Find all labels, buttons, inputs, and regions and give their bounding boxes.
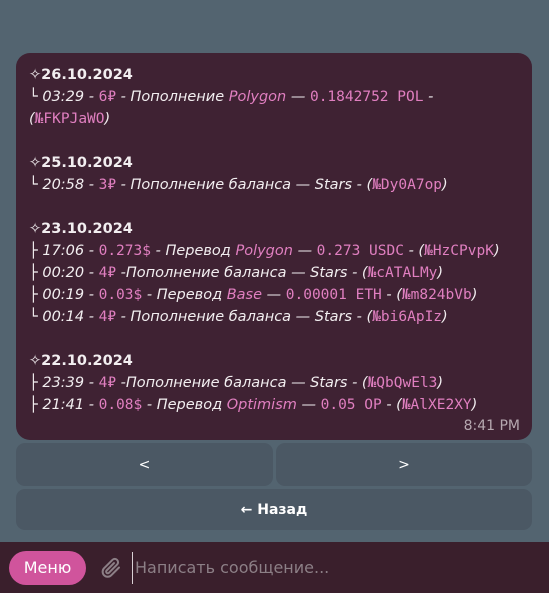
tx-code[interactable]: №m824bVb — [402, 287, 472, 303]
tx-sep: — — [297, 243, 313, 259]
tx-time: 21:41 — [42, 397, 85, 413]
tx-network: Polygon — [235, 243, 293, 259]
tx-desc: Пополнение баланса — Stars — [130, 309, 353, 325]
date-heading: ✧22.10.2024 — [29, 353, 133, 369]
tree-prefix: ├ — [29, 397, 38, 413]
menu-button[interactable]: Меню — [9, 550, 86, 585]
tx-desc: Пополнение — [130, 89, 225, 105]
tx-desc: Перевод — [165, 243, 231, 259]
message-input[interactable] — [132, 551, 549, 584]
tx-amount: 0.03$ — [98, 287, 143, 303]
date-heading: ✧23.10.2024 — [29, 221, 133, 237]
tx-time: 17:06 — [42, 243, 85, 259]
date-group: ✧23.10.2024 ├ 17:06 - 0.273$ - Перевод P… — [29, 218, 532, 328]
transaction-line: └ 03:29 - 6₽ - Пополнение Polygon — 0.18… — [29, 89, 434, 127]
tx-time: 23:39 — [42, 375, 85, 391]
composer-bar: Меню — [0, 542, 549, 593]
tx-amount: 4₽ — [98, 309, 117, 325]
tree-prefix: ├ — [29, 287, 38, 303]
tree-prefix: ├ — [29, 243, 38, 259]
tx-code[interactable]: №QbQwEl3 — [368, 375, 438, 391]
tx-code[interactable]: №HzCPvpK — [424, 243, 494, 259]
tx-time: 00:20 — [42, 265, 85, 281]
tx-time: 00:14 — [42, 309, 85, 325]
tx-code[interactable]: №FKPJaWO — [35, 111, 105, 127]
transaction-line: └ 20:58 - 3₽ - Пополнение баланса — Star… — [29, 177, 448, 193]
transaction-line: ├ 00:20 - 4₽ -Пополнение баланса — Stars… — [29, 265, 444, 281]
tx-value: 0.273 USDC — [316, 243, 404, 259]
message-bubble: ✧26.10.2024 └ 03:29 - 6₽ - Пополнение Po… — [16, 53, 532, 440]
message-timestamp: 8:41 PM — [463, 418, 520, 434]
tx-code[interactable]: №Dy0A7op — [372, 177, 442, 193]
tx-network: Polygon — [228, 89, 287, 105]
tx-amount: 0.08$ — [98, 397, 143, 413]
tx-desc: Перевод — [156, 397, 223, 413]
tx-desc: Пополнение баланса — Stars — [130, 177, 353, 193]
paperclip-icon[interactable] — [98, 555, 124, 581]
tx-code[interactable]: №bi6ApIz — [372, 309, 442, 325]
date-heading: ✧25.10.2024 — [29, 155, 133, 171]
date-group: ✧22.10.2024 ├ 23:39 - 4₽ -Пополнение бал… — [29, 350, 532, 416]
date-group: ✧25.10.2024 └ 20:58 - 3₽ - Пополнение ба… — [29, 152, 532, 196]
transaction-line: ├ 00:19 - 0.03$ - Перевод Base — 0.00001… — [29, 287, 478, 303]
tx-value: 0.05 OP — [320, 397, 382, 413]
tx-sep: — — [266, 287, 282, 303]
tree-prefix: ├ — [29, 375, 38, 391]
tx-network: Base — [226, 287, 263, 303]
tree-prefix: └ — [29, 309, 38, 325]
tx-desc: Пополнение баланса — Stars — [125, 265, 348, 281]
tx-value: 0.00001 ETH — [285, 287, 382, 303]
prev-page-button[interactable]: < — [16, 443, 273, 486]
tx-sep: — — [290, 89, 306, 105]
transaction-line: └ 00:14 - 4₽ - Пополнение баланса — Star… — [29, 309, 448, 325]
tx-time: 00:19 — [42, 287, 85, 303]
transaction-line: ├ 23:39 - 4₽ -Пополнение баланса — Stars… — [29, 375, 444, 391]
tx-amount: 4₽ — [98, 375, 117, 391]
tx-desc: Перевод — [156, 287, 223, 303]
tx-desc: Пополнение баланса — Stars — [125, 375, 348, 391]
keyboard-row-back: ← Назад — [16, 489, 532, 530]
date-heading: ✧26.10.2024 — [29, 67, 133, 83]
tx-amount: 4₽ — [98, 265, 117, 281]
date-group: ✧26.10.2024 └ 03:29 - 6₽ - Пополнение Po… — [29, 64, 532, 130]
tx-time: 20:58 — [42, 177, 85, 193]
tx-amount: 6₽ — [98, 89, 117, 105]
tx-network: Optimism — [226, 397, 297, 413]
tx-amount: 3₽ — [98, 177, 117, 193]
next-page-button[interactable]: > — [276, 443, 532, 486]
tree-prefix: └ — [29, 177, 38, 193]
tx-sep: — — [301, 397, 317, 413]
transaction-line: ├ 17:06 - 0.273$ - Перевод Polygon — 0.2… — [29, 243, 500, 259]
transaction-line: ├ 21:41 - 0.08$ - Перевод Optimism — 0.0… — [29, 397, 478, 413]
tree-prefix: ├ — [29, 265, 38, 281]
tx-code[interactable]: №AlXE2XY — [402, 397, 472, 413]
tree-prefix: └ — [29, 89, 38, 105]
tx-value: 0.1842752 POL — [309, 89, 424, 105]
tx-code[interactable]: №cATALMy — [368, 265, 438, 281]
tx-time: 03:29 — [42, 89, 85, 105]
back-button[interactable]: ← Назад — [16, 489, 532, 530]
keyboard-row-pagination: < > — [16, 443, 532, 486]
tx-amount: 0.273$ — [98, 243, 151, 259]
